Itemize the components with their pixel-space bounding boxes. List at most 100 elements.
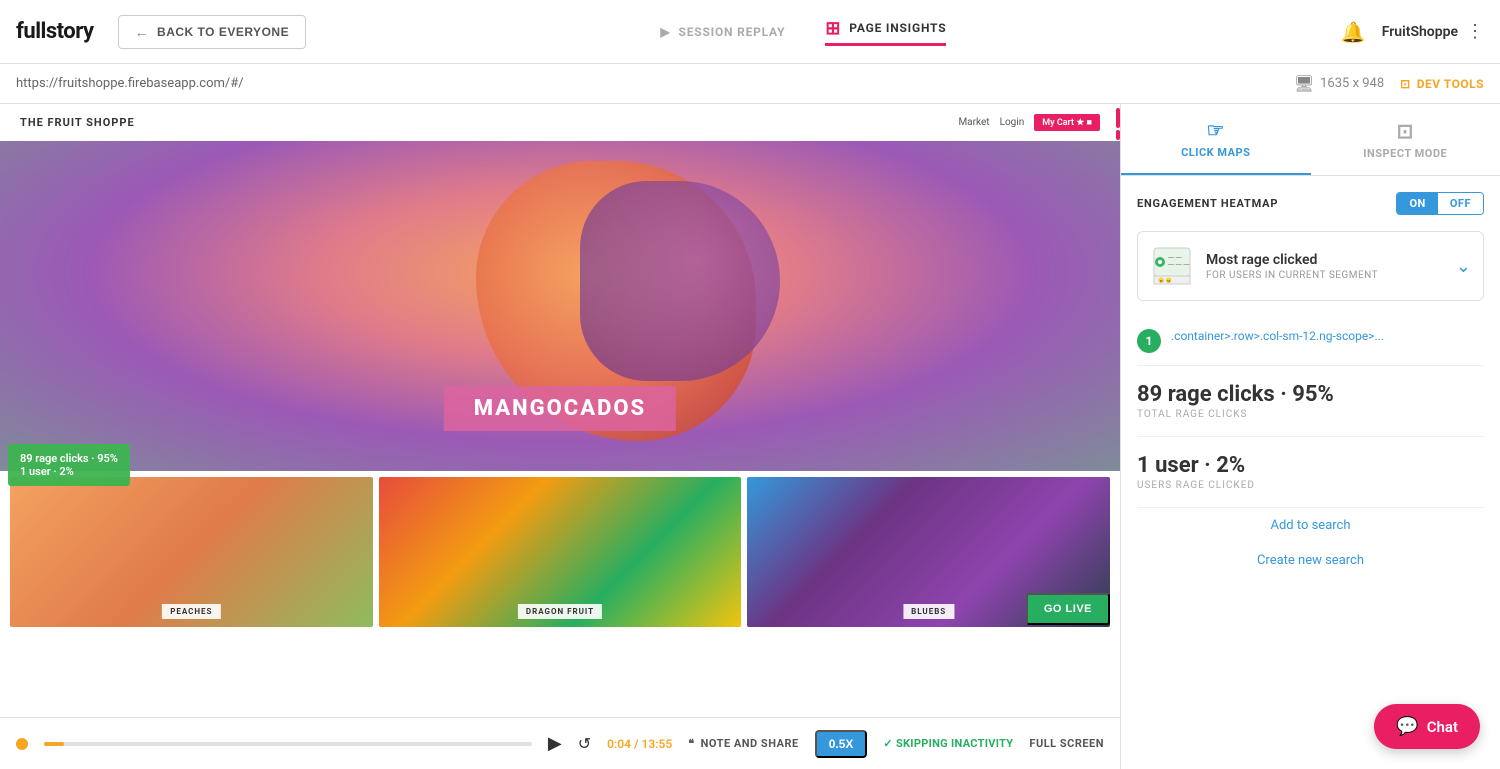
right-panel: ☞ CLICK MAPS ⊡ INSPECT MODE ENGAGEMENT H… [1120, 104, 1500, 769]
heatmap-toggle[interactable]: ON OFF [1396, 192, 1484, 215]
top-nav: fullstory ← BACK TO EVERYONE ▶ SESSION R… [0, 0, 1500, 64]
selector-code: .container>.row>.col-sm-12.ng-scope>... [1171, 329, 1384, 343]
user-stat-block: 1 user · 2% USERS RAGE CLICKED [1137, 437, 1484, 508]
main-area: THE FRUIT SHOPPE Market Login My Cart ★ … [0, 104, 1500, 769]
note-label: NOTE AND SHARE [701, 737, 799, 750]
create-new-search-link[interactable]: Create new search [1137, 543, 1484, 578]
page-insights-tab[interactable]: ⊞ PAGE INSIGHTS [825, 18, 946, 46]
total-time: 13:55 [642, 737, 673, 751]
cart-button[interactable]: My Cart ★ ■ [1034, 114, 1100, 131]
fruit-shoppe-nav: Market Login My Cart ★ ■ [958, 114, 1100, 131]
heatmap-title: ENGAGEMENT HEATMAP [1137, 197, 1278, 210]
resolution-display: 🖥 1635 x 948 [1294, 74, 1384, 93]
dev-tools-icon: ⊡ [1400, 77, 1411, 91]
inspect-mode-tab[interactable]: ⊡ INSPECT MODE [1311, 104, 1500, 175]
playhead-dot [16, 738, 28, 750]
peaches-card[interactable]: PEACHES [10, 477, 373, 627]
dragon-fruit-card[interactable]: DRAGON FRUIT [379, 477, 742, 627]
dev-tools-label: DEV TOOLS [1417, 77, 1484, 91]
skip-inactivity-toggle[interactable]: ✓ SKIPPING INACTIVITY [883, 737, 1013, 750]
page-preview: THE FRUIT SHOPPE Market Login My Cart ★ … [0, 104, 1120, 769]
rage-chevron-icon: ⌄ [1456, 256, 1471, 277]
bluebs-label: BLUEBS [903, 604, 954, 619]
more-options-icon[interactable]: ⋮ [1466, 21, 1484, 42]
scroll-indicators [1112, 104, 1120, 717]
speed-button[interactable]: 0.5X [815, 730, 868, 758]
fullscreen-button[interactable]: FULL SCREEN [1029, 737, 1104, 750]
page-insights-label: PAGE INSIGHTS [849, 21, 946, 35]
user-label: USERS RAGE CLICKED [1137, 480, 1484, 491]
user-stat: 1 user · 2% [1137, 453, 1484, 478]
rage-clicks-label: TOTAL RAGE CLICKS [1137, 409, 1484, 420]
play-button[interactable]: ▶ [548, 733, 562, 754]
svg-text:😠 😠: 😠 😠 [1158, 277, 1172, 284]
fruit-shoppe-title: THE FRUIT SHOPPE [20, 116, 135, 129]
rage-info: Most rage clicked FOR USERS IN CURRENT S… [1206, 252, 1444, 281]
panel-tabs: ☞ CLICK MAPS ⊡ INSPECT MODE [1121, 104, 1500, 176]
monitor-icon: 🖥 [1294, 74, 1314, 93]
hero-fruit-shape-2 [580, 181, 780, 381]
login-link[interactable]: Login [1000, 117, 1025, 128]
skip-inactivity-label: ✓ SKIPPING INACTIVITY [883, 737, 1013, 750]
rage-click-dropdown[interactable]: — — — — — 😠 😠 Most rage clicked FOR USER… [1137, 231, 1484, 301]
click-maps-icon: ☞ [1207, 118, 1225, 142]
click-maps-label: CLICK MAPS [1181, 146, 1250, 159]
fruit-grid: PEACHES DRAGON FRUIT BLUEBS GO LIVE [0, 471, 1120, 633]
market-link[interactable]: Market [958, 117, 989, 128]
click-maps-tab[interactable]: ☞ CLICK MAPS [1121, 104, 1311, 175]
hero-section: MANGOCADOS [0, 141, 1120, 471]
page-insights-icon: ⊞ [825, 18, 841, 39]
dev-tools-button[interactable]: ⊡ DEV TOOLS [1400, 77, 1484, 91]
rage-tooltip-line1: 89 rage clicks · 95% [20, 452, 118, 465]
inspect-mode-icon: ⊡ [1397, 119, 1414, 143]
svg-text:— — —: — — — [1168, 262, 1189, 268]
rage-click-icon: — — — — — 😠 😠 [1150, 244, 1194, 288]
rage-title: Most rage clicked [1206, 252, 1444, 268]
go-live-button[interactable]: GO LIVE [1026, 593, 1110, 625]
heatmap-header: ENGAGEMENT HEATMAP ON OFF [1137, 192, 1484, 215]
back-arrow-icon: ← [135, 24, 150, 40]
inspect-mode-label: INSPECT MODE [1363, 147, 1447, 160]
rage-click-tooltip: 89 rage clicks · 95% 1 user · 2% [8, 444, 130, 486]
quote-icon: ❝ [688, 737, 694, 750]
timeline[interactable] [44, 742, 532, 746]
user-menu[interactable]: FruitShoppe [1382, 24, 1458, 40]
back-to-everyone-button[interactable]: ← BACK TO EVERYONE [118, 15, 307, 49]
player-time: 0:04 / 13:55 [607, 737, 672, 751]
resolution-text: 1635 x 948 [1320, 76, 1384, 91]
logo: fullstory [16, 19, 94, 44]
rage-clicks-stat-block: 89 rage clicks · 95% TOTAL RAGE CLICKS [1137, 366, 1484, 437]
timeline-fill [44, 742, 64, 746]
rage-tooltip-line2: 1 user · 2% [20, 465, 118, 478]
chat-label: Chat [1427, 718, 1458, 736]
preview-content: THE FRUIT SHOPPE Market Login My Cart ★ … [0, 104, 1120, 717]
session-replay-tab[interactable]: ▶ SESSION REPLAY [661, 25, 786, 39]
dragon-label: DRAGON FRUIT [518, 604, 602, 619]
notifications-bell-icon[interactable]: 🔔 [1341, 20, 1366, 44]
toggle-off-button[interactable]: OFF [1438, 193, 1483, 214]
player-bar: ▶ ↺ 0:04 / 13:55 ❝ NOTE AND SHARE 0.5X ✓… [0, 717, 1120, 769]
scroll-indicator-2 [1116, 130, 1120, 140]
chat-bubble-icon: 💬 [1396, 716, 1418, 737]
user-name: FruitShoppe [1382, 24, 1458, 40]
toggle-on-button[interactable]: ON [1397, 193, 1437, 214]
time-separator: / [634, 737, 642, 751]
session-replay-label: SESSION REPLAY [679, 25, 786, 39]
url-bar: https://fruitshoppe.firebaseapp.com/#/ 🖥… [0, 64, 1500, 104]
rage-clicks-stat: 89 rage clicks · 95% [1137, 382, 1484, 407]
add-to-search-link[interactable]: Add to search [1137, 508, 1484, 543]
hero-text: MANGOCADOS [444, 386, 676, 431]
selector-item[interactable]: 1 .container>.row>.col-sm-12.ng-scope>..… [1137, 317, 1484, 366]
url-display: https://fruitshoppe.firebaseapp.com/#/ [16, 76, 1294, 91]
svg-text:— —: — — [1168, 255, 1182, 261]
peaches-label: PEACHES [162, 604, 220, 619]
scroll-indicator-1 [1116, 108, 1120, 128]
skip-back-button[interactable]: ↺ [578, 734, 591, 753]
back-label: BACK TO EVERYONE [157, 25, 289, 39]
current-time: 0:04 [607, 737, 631, 751]
fruit-shoppe-header: THE FRUIT SHOPPE Market Login My Cart ★ … [0, 104, 1120, 141]
fruit-shoppe-page: THE FRUIT SHOPPE Market Login My Cart ★ … [0, 104, 1120, 717]
chat-button[interactable]: 💬 Chat [1374, 704, 1480, 749]
rage-subtitle: FOR USERS IN CURRENT SEGMENT [1206, 270, 1444, 281]
note-and-share-button[interactable]: ❝ NOTE AND SHARE [688, 737, 798, 750]
